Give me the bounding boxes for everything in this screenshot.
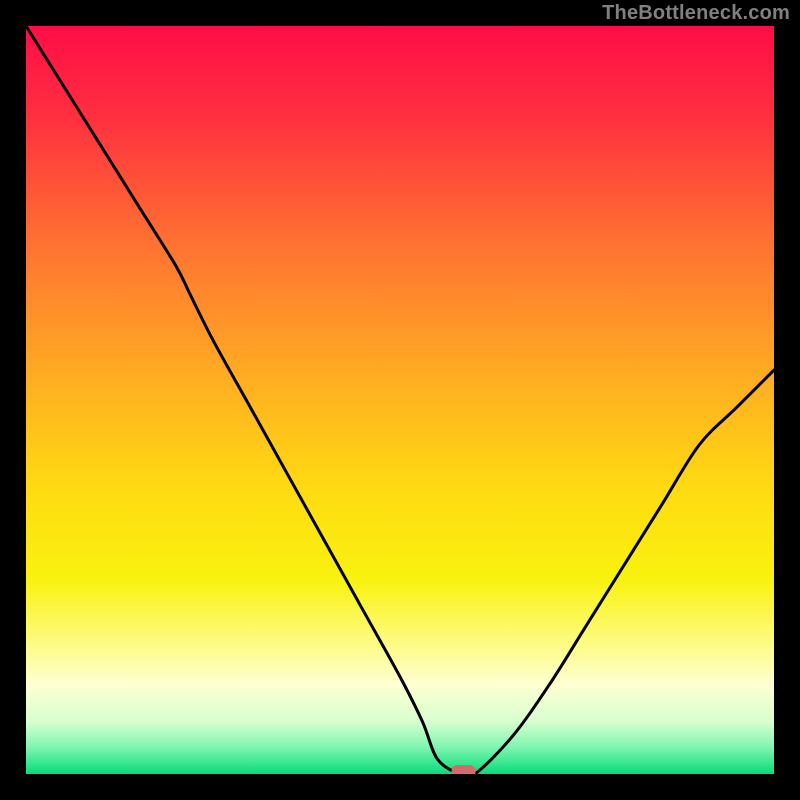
chart-svg: [26, 26, 774, 774]
plot-area: [26, 26, 774, 774]
gradient-background: [26, 26, 774, 774]
attribution-text: TheBottleneck.com: [602, 2, 790, 25]
chart-frame: TheBottleneck.com: [0, 0, 800, 800]
optimal-marker: [452, 765, 476, 774]
